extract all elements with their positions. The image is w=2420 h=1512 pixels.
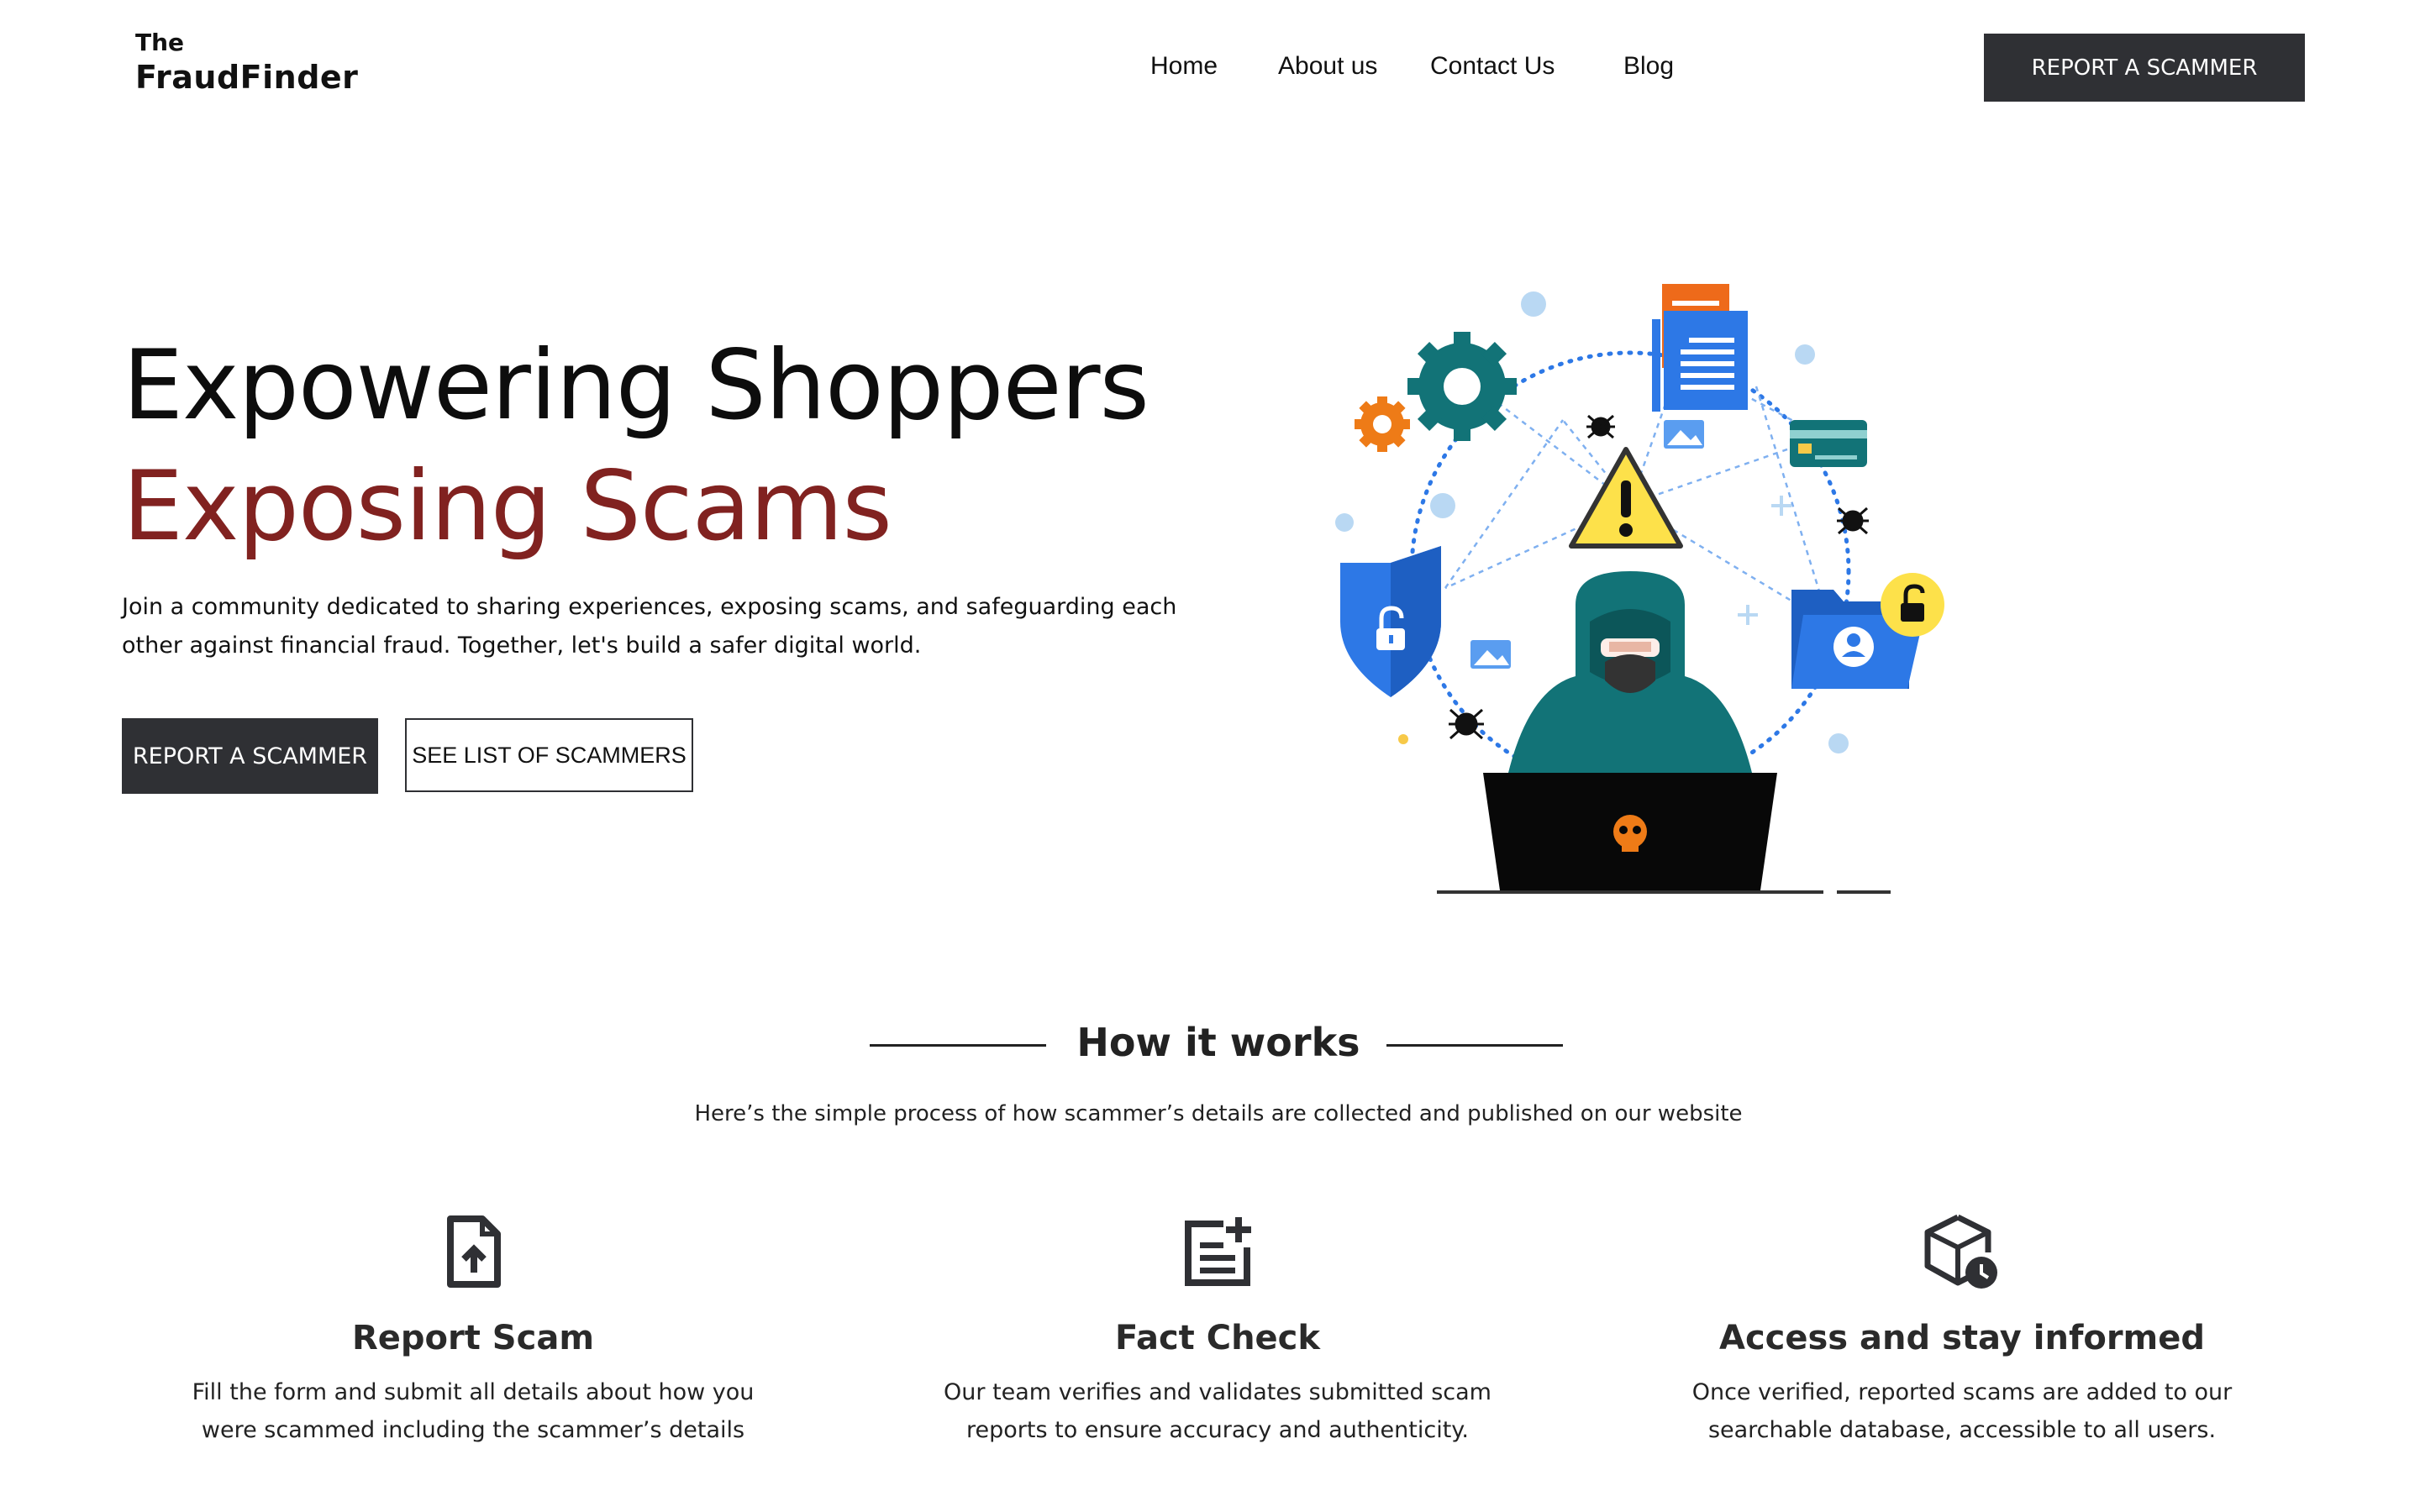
see-scammers-list-button[interactable]: SEE LIST OF SCAMMERS [405, 718, 693, 792]
hacker-figure [1508, 571, 1752, 773]
step-description: Once verified, reported scams are added … [1626, 1373, 2298, 1449]
step-desc-line2: reports to ensure accuracy and authentic… [966, 1417, 1469, 1443]
logo-prefix: The [135, 29, 185, 56]
nav-about[interactable]: About us [1278, 52, 1377, 81]
report-scammer-header-button[interactable]: REPORT A SCAMMER [1984, 34, 2305, 102]
nav-contact[interactable]: Contact Us [1430, 52, 1555, 81]
box-clock-icon [1924, 1214, 2000, 1289]
divider-right [1386, 1044, 1563, 1047]
laptop-icon [1437, 773, 1891, 894]
step-desc-line2: were scammed including the scammer’s det… [201, 1417, 745, 1443]
step-title: Fact Check [1114, 1319, 1320, 1357]
document-add-icon [1180, 1214, 1255, 1289]
image-icon-2 [1470, 640, 1511, 669]
step-desc-line1: Our team verifies and validates submitte… [944, 1379, 1491, 1405]
report-scammer-button[interactable]: REPORT A SCAMMER [122, 718, 378, 794]
step-title: Report Scam [351, 1319, 594, 1357]
step-desc-line2: searchable database, accessible to all u… [1707, 1417, 2217, 1443]
image-icon [1664, 420, 1704, 449]
file-upload-icon [435, 1214, 511, 1289]
spider-icon [1586, 414, 1615, 439]
shield-lock-icon [1340, 546, 1441, 697]
logo[interactable]: FraudFinder [135, 59, 358, 96]
plus-icons [1738, 496, 1791, 625]
how-it-works-subtitle: Here’s the simple process of how scammer… [694, 1101, 1743, 1126]
warning-icon [1569, 447, 1683, 549]
spider-icon-2 [1837, 507, 1869, 535]
how-it-works-title: How it works [1076, 1020, 1360, 1065]
small-gear-icon [1355, 396, 1410, 452]
document-icon [1652, 284, 1748, 412]
hero-description: Join a community dedicated to sharing ex… [122, 594, 1177, 659]
hero-title-line1: Expowering Shoppers [123, 329, 1150, 441]
step-description: Our team verifies and validates submitte… [881, 1373, 1554, 1449]
hero-title-line2: Exposing Scams [123, 450, 892, 562]
step-description: Fill the form and submit all details abo… [137, 1373, 809, 1449]
step-desc-line1: Fill the form and submit all details abo… [192, 1379, 755, 1405]
unlocked-padlock-icon [1881, 573, 1944, 637]
step-desc-line1: Once verified, reported scams are added … [1691, 1379, 2233, 1405]
spider-icon-3 [1449, 708, 1484, 740]
gear-icon [1407, 332, 1517, 441]
hacker-illustration [1319, 252, 1991, 907]
divider-left [870, 1044, 1046, 1047]
nav-home[interactable]: Home [1150, 52, 1218, 81]
credit-card-icon [1790, 420, 1867, 467]
step-title: Access and stay informed [1718, 1319, 2205, 1357]
nav-blog[interactable]: Blog [1623, 52, 1674, 81]
